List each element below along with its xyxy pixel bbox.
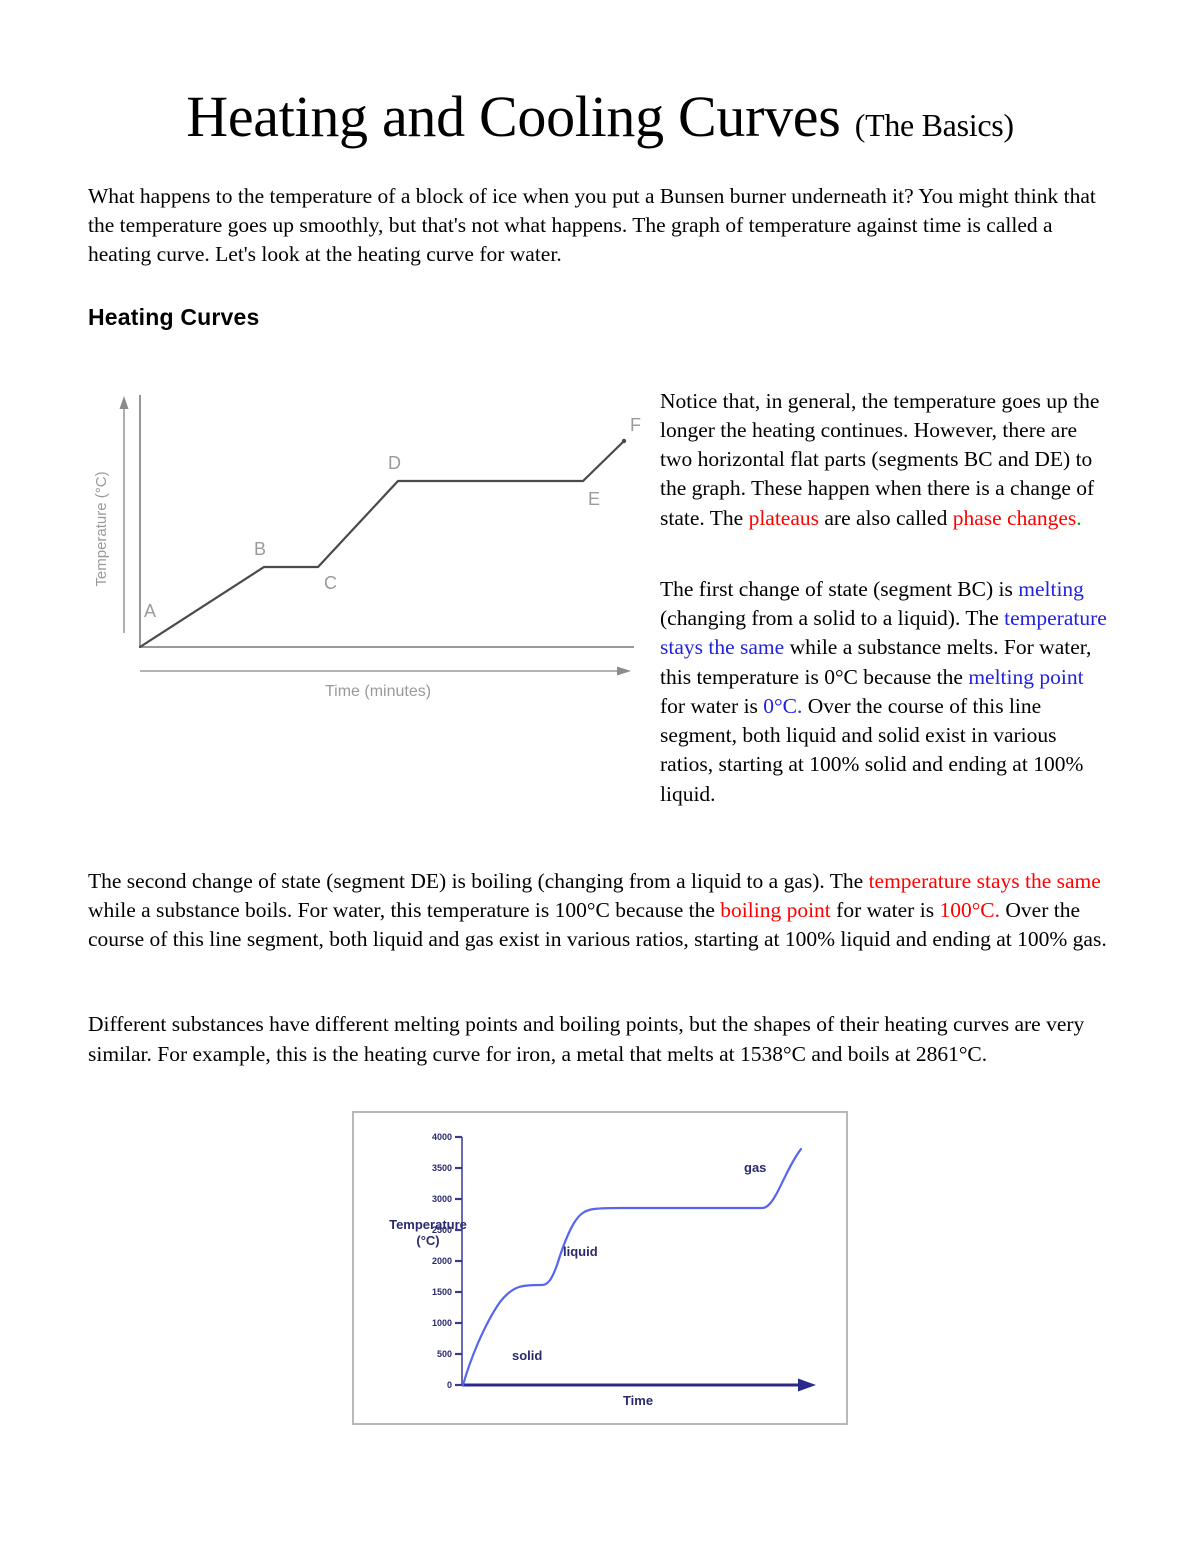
paragraph-spacer-2 <box>88 954 1112 1010</box>
boiling-paragraph: The second change of state (segment DE) … <box>88 867 1112 955</box>
highlight-melting: melting <box>1018 576 1084 601</box>
water-plot-axes <box>139 394 634 648</box>
water-heating-curve-svg: Temperature (°C) Time (minutes) A B C D … <box>93 394 641 700</box>
water-curve-path <box>138 439 626 648</box>
water-point-label-d: D <box>388 453 401 473</box>
iron-ytick-1000: 1000 <box>432 1318 452 1328</box>
melting-text-4: for water is <box>660 693 764 718</box>
document-page: Heating and Cooling Curves (The Basics) … <box>0 0 1200 1553</box>
highlight-temp-stays-same-boil: temperature stays the same <box>868 868 1101 893</box>
melting-text-2: (changing from a solid to a liquid). The <box>660 606 1005 631</box>
intro-paragraph: What happens to the temperature of a blo… <box>88 184 1096 267</box>
iron-heating-curve-figure: 0 500 1000 1500 2000 2500 3000 3500 4000… <box>352 1110 848 1425</box>
highlight-phase-changes: phase changes <box>952 505 1077 530</box>
page-title: Heating and Cooling Curves (The Basics) <box>88 0 1112 146</box>
iron-x-axis-label: Time <box>623 1393 653 1408</box>
iron-ytick-3000: 3000 <box>432 1194 452 1204</box>
right-text-column: Notice that, in general, the temperature… <box>660 331 1112 809</box>
iron-ytick-4000: 4000 <box>432 1132 452 1142</box>
x-axis-arrowhead <box>617 666 631 676</box>
iron-paragraph: Different substances have different melt… <box>88 1012 1085 1066</box>
notice-text-2: are also called <box>819 505 953 530</box>
iron-y-ticks <box>455 1135 462 1387</box>
melting-paragraph: The first change of state (segment BC) i… <box>660 575 1112 809</box>
iron-y-axis-label-line1: Temperature <box>389 1217 467 1232</box>
boiling-text-2: while a substance boils. For water, this… <box>88 897 721 922</box>
boiling-text-3: for water is <box>830 897 940 922</box>
document-content: Heating and Cooling Curves (The Basics) … <box>88 0 1112 1425</box>
iron-annotation-gas: gas <box>744 1160 766 1175</box>
section-heading-heating-curves: Heating Curves <box>88 303 260 330</box>
highlight-melting-point: melting point <box>968 664 1084 689</box>
water-x-axis-label: Time (minutes) <box>325 683 431 700</box>
water-point-label-f: F <box>630 415 641 435</box>
notice-text-3: . <box>1076 505 1082 530</box>
water-point-label-a: A <box>144 601 156 621</box>
iron-ytick-2000: 2000 <box>432 1256 452 1266</box>
iron-ytick-1500: 1500 <box>432 1287 452 1297</box>
water-heating-curve-figure: Temperature (°C) Time (minutes) A B C D … <box>88 379 648 739</box>
melting-text-1: The first change of state (segment BC) i… <box>660 576 1019 601</box>
water-y-axis-label: Temperature (°C) <box>93 471 110 586</box>
iron-ytick-500: 500 <box>437 1349 452 1359</box>
highlight-zero-celsius: 0°C. <box>763 693 803 718</box>
water-curve-endpoint-F <box>621 438 627 443</box>
highlight-boiling-point: boiling point <box>720 897 831 922</box>
water-point-label-b: B <box>254 539 266 559</box>
page-title-main: Heating and Cooling Curves <box>186 84 841 149</box>
iron-heating-curve-svg: 0 500 1000 1500 2000 2500 3000 3500 4000… <box>389 1132 816 1408</box>
water-point-label-c: C <box>324 573 337 593</box>
iron-y-tick-labels: 0 500 1000 1500 2000 2500 3000 3500 4000 <box>432 1132 452 1390</box>
iron-annotation-liquid: liquid <box>563 1244 598 1259</box>
page-title-subtitle: (The Basics) <box>854 107 1014 143</box>
y-axis-arrowhead <box>119 395 129 409</box>
iron-annotation-solid: solid <box>512 1348 542 1363</box>
iron-y-axis-label-line2: (°C) <box>416 1233 439 1248</box>
highlight-plateaus: plateaus <box>748 505 820 530</box>
highlight-hundred-celsius: 100°C. <box>939 897 1001 922</box>
water-point-label-e: E <box>588 489 600 509</box>
iron-figure-container: 0 500 1000 1500 2000 2500 3000 3500 4000… <box>88 1110 1112 1425</box>
iron-ytick-3500: 3500 <box>432 1163 452 1173</box>
iron-ytick-0: 0 <box>447 1380 452 1390</box>
boiling-text-1: The second change of state (segment DE) … <box>88 868 869 893</box>
notice-paragraph: Notice that, in general, the temperature… <box>660 387 1112 533</box>
iron-x-axis-arrowhead <box>798 1378 816 1392</box>
paragraph-spacer-1 <box>88 811 1112 867</box>
